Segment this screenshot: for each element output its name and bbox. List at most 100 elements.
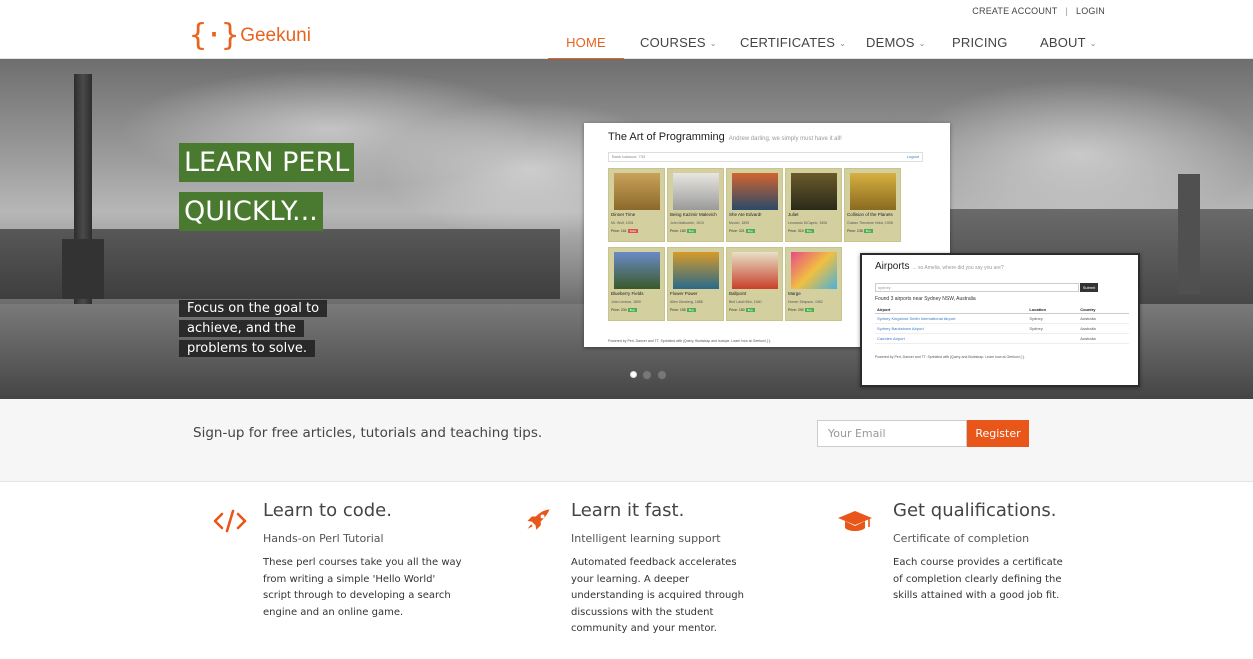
column-base [62,239,104,299]
nav-home[interactable]: HOME [548,27,624,59]
art-card-price: Price: 310 Buy [788,229,814,233]
airport-country: Australia [1078,333,1129,344]
art-card: Being Kazimir Malevich John Malkovich, 19… [667,168,724,242]
art-card-author: Mr. Wolf, 1931 [611,221,634,225]
carousel-indicators [630,370,667,380]
nav-pricing[interactable]: PRICING [934,27,1024,59]
logo[interactable]: {·} Geekuni [189,17,311,55]
art-card-author: John Lennon, 1890 [611,300,641,304]
art-card-author: John Malkovich, 1913 [670,221,704,225]
site-header: {·} Geekuni CREATE ACCOUNT | LOGIN HOME … [0,0,1253,59]
top-links-separator: | [1065,6,1068,16]
art-card-price: Price: 155 Buy [670,308,696,312]
graduation-cap-icon [838,511,872,531]
col-airport: Airport [875,306,1028,314]
feature-title: Learn it fast. [571,500,685,521]
code-icon [213,509,247,533]
art-card-price: Price: 234 Buy [611,308,637,312]
art-card: Collision of the Planets Gustav Theodore … [844,168,901,242]
art-card-price-text: Price: 321 [729,229,746,233]
art-card: Dinner Time Mr. Wolf, 1931 Price: 161 Sold [608,168,665,242]
col-country: Country [1078,306,1129,314]
airport-submit-button: Submit [1080,283,1098,292]
nav-about-label: ABOUT [1040,35,1086,50]
art-card-author: Gustav Theodore Holst, 1908 [847,221,893,225]
art-card-author: Munch, 1893 [729,221,750,225]
carousel-dot-1[interactable] [630,371,637,378]
art-card: Juliet Leonardo DiCaprio, 1506 Price: 310 … [785,168,842,242]
art-title: The Art of Programming Andrew darling, we… [608,131,842,143]
airport-location: Sydney [1027,313,1079,324]
art-card-tag: Buy [863,229,873,233]
rocket-icon [527,509,550,530]
art-card-name: Flower Power [670,291,698,296]
nav-about[interactable]: ABOUT ⌄ [1024,27,1113,59]
art-card-tag: Buy [627,308,637,312]
painting-image [791,173,837,210]
art-card-price: Price: 290 Buy [788,308,814,312]
art-card-price-text: Price: 155 [670,308,687,312]
art-card-price-text: Price: 290 [788,308,805,312]
art-card-author: Homer Simpson, 1962 [788,300,823,304]
bank-balance: Bank balance: 733 [612,154,646,159]
painting-image [850,173,896,210]
painting-image [673,252,719,289]
chevron-down-icon: ⌄ [1089,39,1097,48]
art-card-price-text: Price: 310 [788,229,805,233]
art-card: Marge Homer Simpson, 1962 Price: 290 Buy [785,247,842,321]
feature-body: These perl courses take you all the way … [263,557,462,618]
feature-subtitle: Certificate of completion [893,532,1030,545]
chevron-down-icon: ⌄ [918,39,926,48]
airports-table: Airport Location Country Sydney Kingsfor… [875,306,1129,344]
painting-image [614,252,660,289]
carousel-dot-3[interactable] [657,370,667,380]
nav-home-label: HOME [566,35,606,50]
art-card: Flower Power Allen Ginsberg, 1888 Price: 1… [667,247,724,321]
hero-subtitle-text: Focus on the goal to achieve, and the pr… [179,300,328,357]
table-row: Camden Airport Australia [875,333,1129,344]
art-card-tag: Buy [804,308,814,312]
cloud [900,79,1253,229]
art-card-name: Blueberry Fields [611,291,644,296]
feature-title: Learn to code. [263,500,392,521]
create-account-link[interactable]: CREATE ACCOUNT [972,6,1057,16]
top-links: CREATE ACCOUNT | LOGIN [972,6,1105,16]
nav-certificates[interactable]: CERTIFICATES ⌄ [724,27,850,59]
art-card-author: Allen Ginsberg, 1888 [670,300,703,304]
carousel-dot-2[interactable] [642,370,652,380]
col-location: Location [1027,306,1079,314]
art-card-price: Price: 161 Sold [611,229,638,233]
airport-country: Australia [1078,323,1129,334]
art-card-price-text: Price: 234 [611,308,628,312]
airports-title: Airports... so Amelia, where did you say… [875,261,1004,272]
airport-country: Australia [1078,313,1129,324]
logo-text: Geekuni [240,25,311,46]
nav-courses[interactable]: COURSES ⌄ [624,27,724,59]
art-card-name: Dinner Time [611,212,636,217]
art-card-price-text: Price: 161 [611,229,628,233]
login-link[interactable]: LOGIN [1076,6,1105,16]
tower-silhouette [1178,174,1200,294]
art-card-author: Leonardo DiCaprio, 1506 [788,221,828,225]
demo-screenshot-airports: Airports... so Amelia, where did you say… [860,253,1140,387]
art-card-name: Collision of the Planets [847,212,893,217]
feature-subtitle: Intelligent learning support [571,532,721,545]
logout-link: Logout [906,154,919,159]
art-card-tag: Buy [745,308,755,312]
register-button[interactable]: Register [967,420,1029,447]
nav-demos[interactable]: DEMOS ⌄ [850,27,934,59]
art-card-tag: Sold [627,229,638,233]
art-card-tag: Buy [686,229,696,233]
nav-pricing-label: PRICING [952,35,1008,50]
email-field[interactable] [817,420,967,447]
painting-image [732,252,778,289]
painting-image [614,173,660,210]
airport-search-input: sydney [875,283,1079,292]
nav-demos-label: DEMOS [866,35,915,50]
painting-image [791,252,837,289]
art-balance-bar: Bank balance: 733 Logout [608,152,923,162]
hero-title: LEARN PERL QUICKLY... [179,143,355,241]
signup-message: Sign-up for free articles, tutorials and… [193,425,543,441]
art-card-tag: Buy [804,229,814,233]
hero-subtitle: Focus on the goal to achieve, and the pr… [179,299,329,359]
